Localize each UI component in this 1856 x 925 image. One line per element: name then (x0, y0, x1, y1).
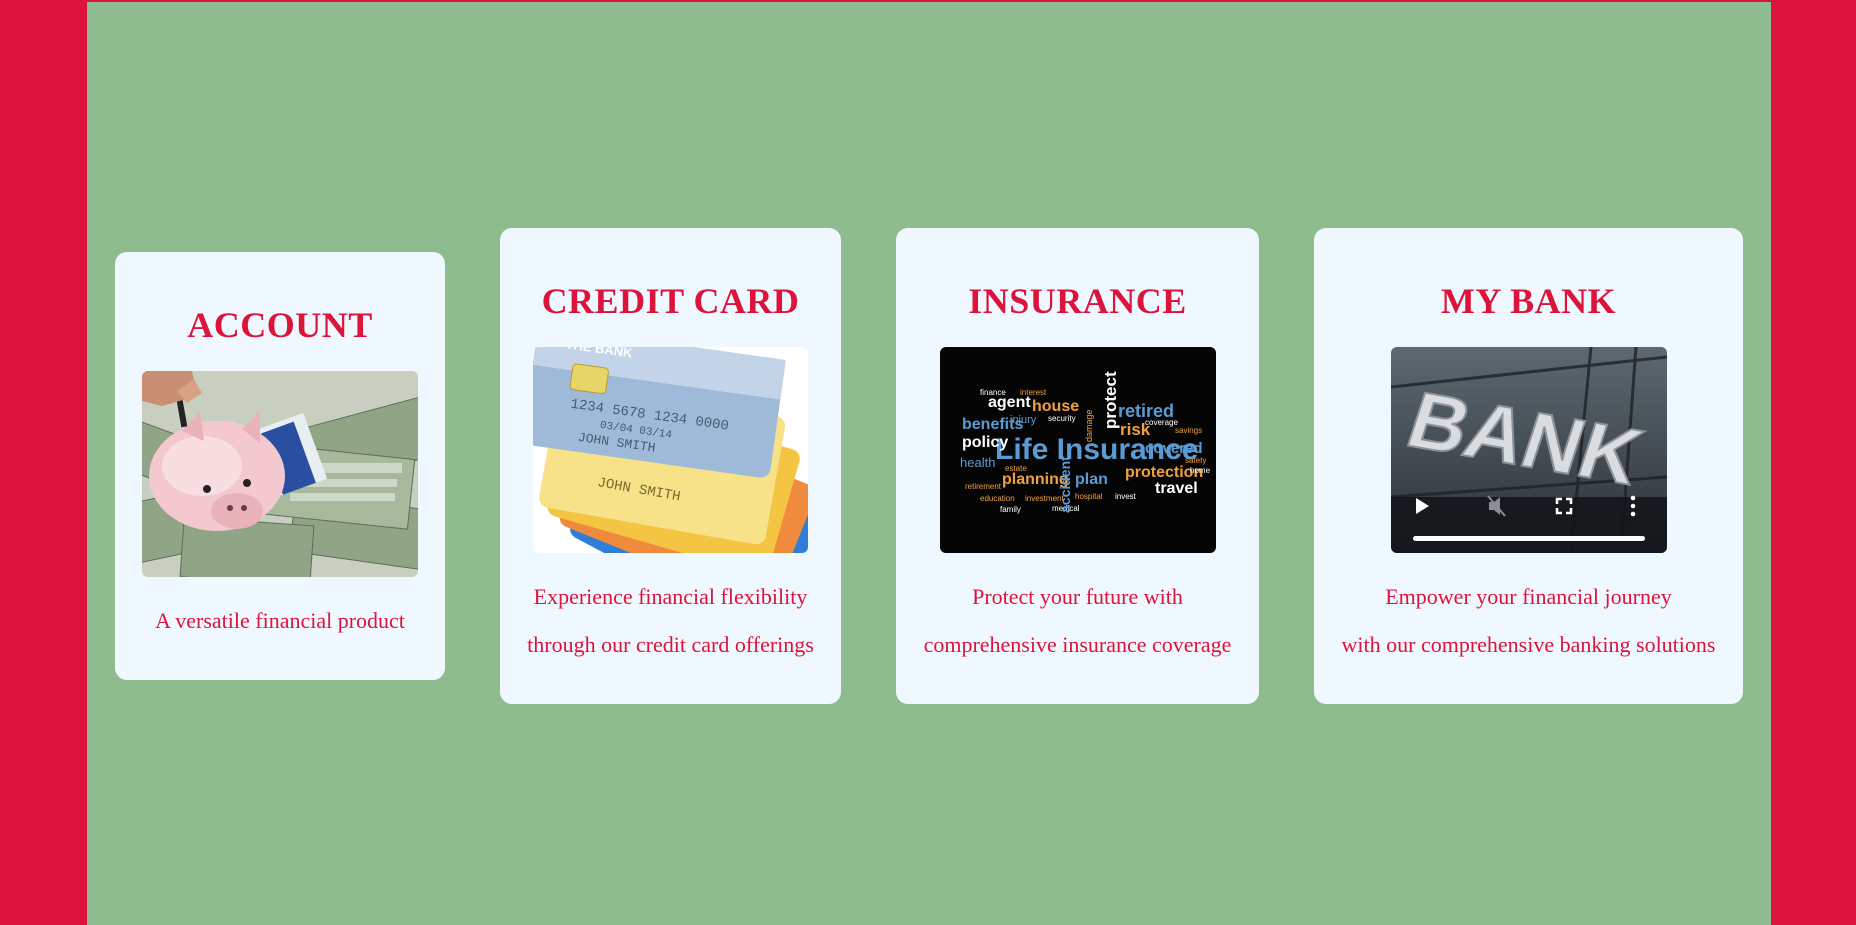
video-controls (1391, 483, 1667, 553)
my-bank-description-line-2: with our comprehensive banking solutions (1341, 632, 1716, 657)
mute-icon[interactable] (1487, 495, 1506, 517)
word-family: family (1000, 505, 1021, 514)
credit-card-description-line-1: Experience financial flexibility (533, 584, 808, 609)
word-injury: injury (1010, 414, 1037, 426)
word-plan: plan (1075, 471, 1108, 488)
fullscreen-icon[interactable] (1555, 497, 1573, 515)
word-policy: policy (962, 434, 1008, 451)
word-house: house (1032, 398, 1079, 415)
account-description: A versatile financial product (155, 608, 405, 633)
credit-card-card: CREDIT CARD JOHN SMITH JOHN SMITH THE BA… (500, 228, 841, 704)
my-bank-title: MY BANK (1440, 281, 1617, 321)
word-home: home (1190, 466, 1211, 475)
my-bank-description-line-1: Empower your financial journey (1385, 584, 1672, 609)
word-education: education (980, 494, 1015, 503)
insurance-word-cloud-image: Life Insurance agent house benefits poli… (940, 347, 1216, 553)
insurance-card: INSURANCE Life Insurance agent house ben… (896, 228, 1259, 704)
account-card: ACCOUNT A versatile financial product (115, 252, 445, 680)
insurance-title: INSURANCE (968, 281, 1187, 321)
video-progress-bar[interactable] (1413, 536, 1645, 541)
word-hospital: hospital (1075, 492, 1103, 501)
account-title: ACCOUNT (187, 305, 373, 345)
credit-cards-image: JOHN SMITH JOHN SMITH THE BANK 1234 5678… (533, 347, 808, 553)
play-icon[interactable] (1416, 498, 1429, 514)
bank-video[interactable]: BANK (1391, 347, 1667, 553)
my-bank-card: MY BANK BANK Empower your financial jour… (1314, 228, 1743, 704)
word-damage: damage (1084, 409, 1094, 442)
word-accident: accident (1057, 456, 1073, 513)
word-invest: invest (1115, 492, 1137, 501)
insurance-description-line-2: comprehensive insurance coverage (923, 632, 1232, 657)
word-covered: covered (1145, 440, 1203, 457)
word-interest: interest (1020, 388, 1047, 397)
insurance-description-line-1: Protect your future with (972, 584, 1183, 609)
word-health: health (960, 455, 995, 470)
word-coverage: coverage (1145, 418, 1178, 427)
credit-card-title: CREDIT CARD (541, 281, 800, 321)
word-finance: finance (980, 388, 1006, 397)
credit-card-description-line-2: through our credit card offerings (527, 632, 814, 657)
word-estate: estate (1005, 464, 1027, 473)
word-security: security (1048, 414, 1076, 423)
word-protect: protect (1101, 371, 1120, 429)
piggy-bank-image (142, 371, 418, 577)
more-options-icon[interactable] (1630, 495, 1636, 517)
word-retirement: retirement (965, 482, 1002, 491)
word-savings: savings (1175, 426, 1202, 435)
word-safety: safety (1185, 456, 1206, 465)
word-travel: travel (1155, 480, 1198, 497)
